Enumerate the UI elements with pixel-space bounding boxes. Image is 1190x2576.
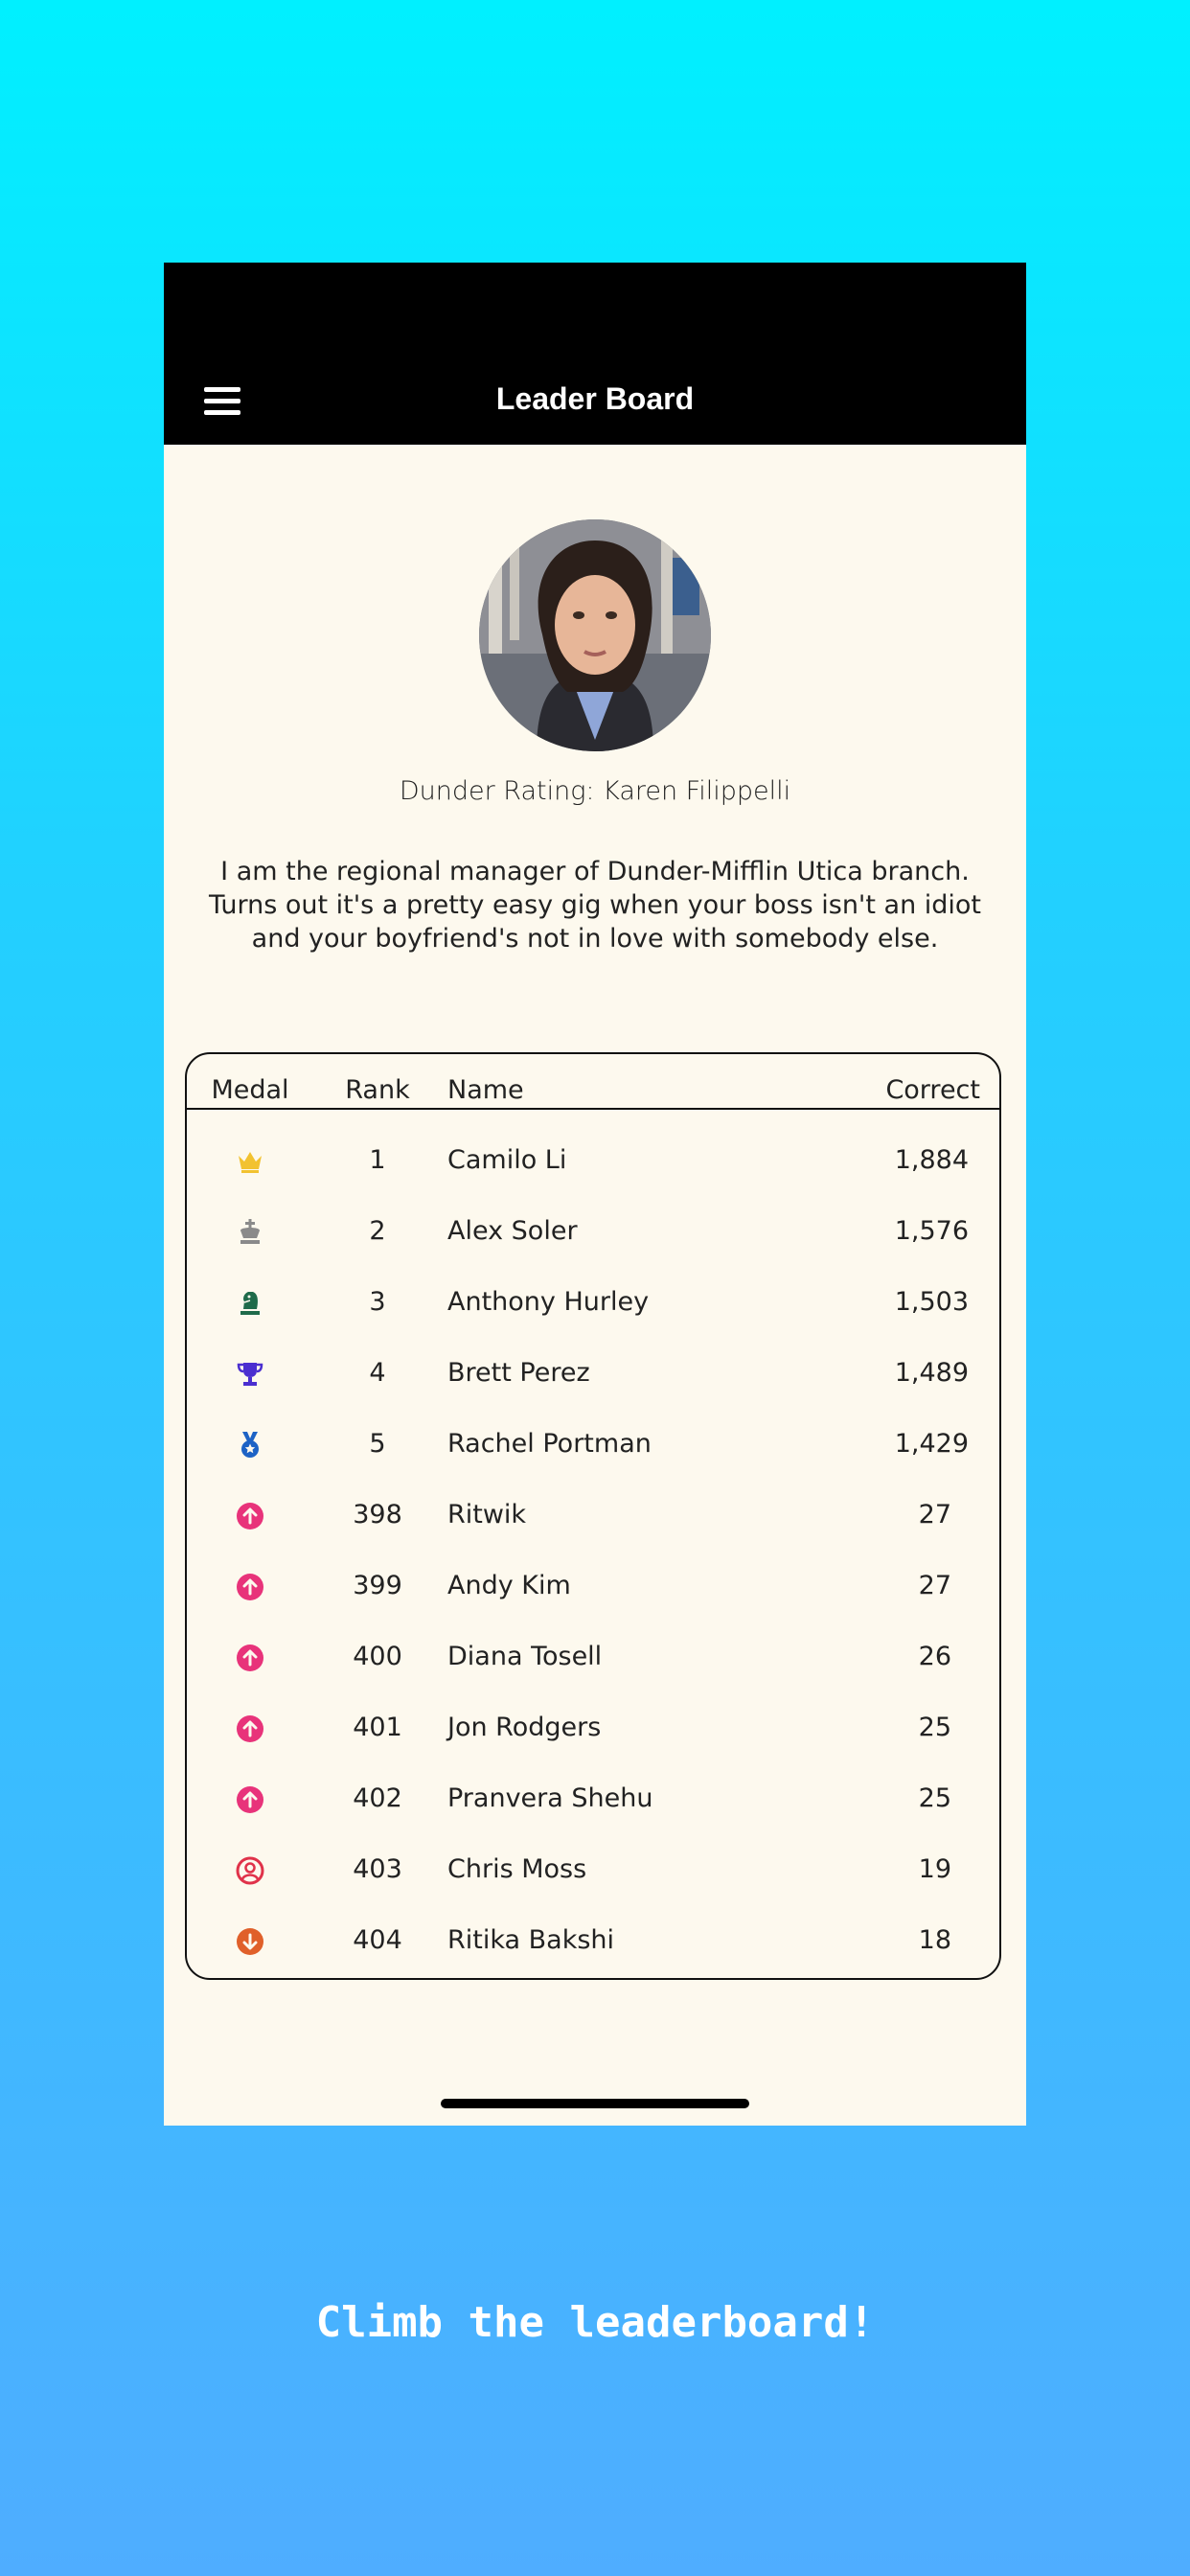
phone-screen: Leader Board Dunder Rating: Karen Filipp…	[164, 263, 1026, 2126]
crown-icon	[235, 1146, 265, 1177]
promo-caption: Climb the leaderboard!	[315, 2298, 875, 2347]
correct-cell: 1,503	[894, 1287, 969, 1317]
correct-cell: 1,576	[894, 1216, 969, 1246]
rank-cell: 399	[353, 1571, 402, 1600]
name-cell: Rachel Portman	[447, 1429, 652, 1459]
rank-cell: 1	[369, 1145, 386, 1175]
name-cell: Jon Rodgers	[447, 1713, 602, 1742]
correct-cell: 27	[918, 1571, 951, 1600]
table-row[interactable]: 401 Jon Rodgers 25	[187, 1692, 999, 1763]
rank-cell: 2	[369, 1216, 386, 1246]
home-indicator	[441, 2099, 749, 2108]
arrow-up-circle-icon	[235, 1572, 265, 1602]
correct-cell: 18	[918, 1925, 951, 1955]
correct-cell: 19	[918, 1854, 951, 1884]
table-row[interactable]: 399 Andy Kim 27	[187, 1551, 999, 1622]
column-header-name: Name	[447, 1075, 524, 1105]
name-cell: Pranvera Shehu	[447, 1783, 653, 1813]
table-row[interactable]: 404 Ritika Bakshi 18	[187, 1905, 999, 1976]
table-row[interactable]: 2 Alex Soler 1,576	[187, 1196, 999, 1267]
medal-icon	[235, 1430, 265, 1460]
rank-cell: 401	[353, 1713, 402, 1742]
table-header: Medal Rank Name Correct	[187, 1054, 999, 1110]
name-cell: Alex Soler	[447, 1216, 578, 1246]
user-circle-icon	[235, 1855, 265, 1886]
rank-cell: 5	[369, 1429, 386, 1459]
name-cell: Chris Moss	[447, 1854, 587, 1884]
rating-label: Dunder Rating: Karen Filippelli	[399, 776, 791, 806]
column-header-rank: Rank	[345, 1075, 410, 1105]
correct-cell: 1,429	[894, 1429, 969, 1459]
table-row[interactable]: 5 Rachel Portman 1,429	[187, 1409, 999, 1480]
page-title: Leader Board	[495, 381, 695, 416]
chess-knight-icon	[235, 1288, 265, 1319]
arrow-up-circle-icon	[235, 1714, 265, 1744]
name-cell: Camilo Li	[447, 1145, 567, 1175]
arrow-up-circle-icon	[235, 1784, 265, 1815]
name-cell: Andy Kim	[447, 1571, 571, 1600]
rank-cell: 398	[353, 1500, 402, 1530]
arrow-up-circle-icon	[235, 1501, 265, 1531]
name-cell: Brett Perez	[447, 1358, 590, 1388]
arrow-up-circle-icon	[235, 1643, 265, 1673]
column-header-correct: Correct	[885, 1075, 980, 1105]
rank-cell: 400	[353, 1642, 402, 1671]
rank-cell: 404	[353, 1925, 402, 1955]
trophy-icon	[235, 1359, 265, 1390]
arrow-down-circle-icon	[235, 1926, 265, 1957]
table-row[interactable]: 400 Diana Tosell 26	[187, 1622, 999, 1692]
correct-cell: 25	[918, 1783, 951, 1813]
table-row[interactable]: 398 Ritwik 27	[187, 1480, 999, 1551]
name-cell: Diana Tosell	[447, 1642, 603, 1671]
app-header: Leader Board	[164, 263, 1026, 445]
rank-cell: 402	[353, 1783, 402, 1813]
profile-bio: I am the regional manager of Dunder-Miff…	[208, 857, 982, 954]
correct-cell: 25	[918, 1713, 951, 1742]
table-row[interactable]: 3 Anthony Hurley 1,503	[187, 1267, 999, 1338]
rank-cell: 403	[353, 1854, 402, 1884]
rank-cell: 3	[369, 1287, 386, 1317]
name-cell: Ritwik	[447, 1500, 527, 1530]
table-row[interactable]: 403 Chris Moss 19	[187, 1834, 999, 1905]
correct-cell: 27	[918, 1500, 951, 1530]
leaderboard-table: Medal Rank Name Correct 1 Camilo Li 1,884 2…	[185, 1052, 1001, 1980]
correct-cell: 1,884	[894, 1145, 969, 1175]
column-header-medal: Medal	[211, 1075, 289, 1105]
correct-cell: 26	[918, 1642, 951, 1671]
table-row[interactable]: 1 Camilo Li 1,884	[187, 1125, 999, 1196]
name-cell: Ritika Bakshi	[447, 1925, 615, 1955]
chess-king-icon	[235, 1217, 265, 1248]
table-row[interactable]: 4 Brett Perez 1,489	[187, 1338, 999, 1409]
profile-avatar	[479, 519, 711, 751]
correct-cell: 1,489	[894, 1358, 969, 1388]
table-row[interactable]: 402 Pranvera Shehu 25	[187, 1763, 999, 1834]
rank-cell: 4	[369, 1358, 386, 1388]
name-cell: Anthony Hurley	[447, 1287, 650, 1317]
